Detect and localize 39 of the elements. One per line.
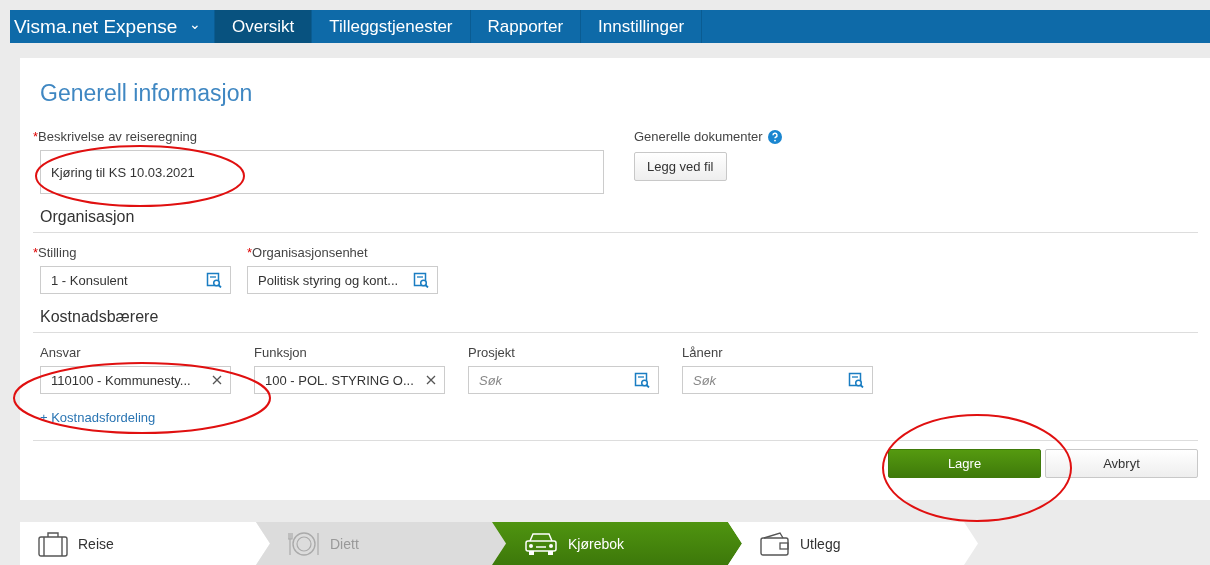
suitcase-icon [38, 530, 68, 557]
step-tab[interactable]: Kjørebok [492, 522, 742, 565]
nav-tab[interactable]: Tilleggstjenester [312, 10, 471, 43]
field-label: *Stilling [33, 245, 78, 260]
wallet-icon [760, 530, 790, 557]
search-icon[interactable] [413, 272, 429, 288]
nav-tab[interactable]: Oversikt [215, 10, 313, 43]
search-icon[interactable] [634, 372, 650, 388]
section-heading: Organisasjon [40, 208, 136, 226]
input-field[interactable]: Søk [682, 366, 873, 394]
nav-tab[interactable]: Innstillinger [581, 10, 703, 43]
input-field[interactable]: 1 - Konsulent [40, 266, 231, 294]
field-label: Generelle dokumenter [634, 129, 763, 144]
input-field[interactable]: Kjøring til KS 10.03.2021 [40, 150, 604, 194]
search-icon[interactable] [206, 272, 222, 288]
field-label: Prosjekt [468, 345, 516, 360]
input-field[interactable]: 110100 - Kommunesty... [40, 366, 231, 394]
field-label: *Beskrivelse av reiseregning [33, 129, 199, 144]
search-icon[interactable] [848, 372, 864, 388]
attach-file-button[interactable]: Legg ved fil [634, 152, 727, 181]
field-label: Ansvar [40, 345, 82, 360]
help-icon[interactable] [767, 129, 782, 144]
clear-icon[interactable] [426, 375, 436, 385]
field-label: *Organisasjonsenhet [247, 245, 369, 260]
step-tab[interactable]: Reise [20, 522, 270, 565]
cancel-button[interactable]: Avbryt [1045, 449, 1198, 478]
clear-icon[interactable] [212, 375, 222, 385]
section-title: Generell informasjon [40, 80, 254, 107]
field-label: Funksjon [254, 345, 308, 360]
input-field[interactable]: 100 - POL. STYRING O... [254, 366, 445, 394]
section-heading: Kostnadsbærere [40, 308, 160, 326]
car-icon [524, 530, 558, 557]
plate-icon [288, 530, 320, 557]
input-field[interactable]: Søk [468, 366, 659, 394]
nav-tab[interactable]: Rapporter [470, 10, 582, 43]
save-button[interactable]: Lagre [888, 449, 1041, 478]
step-tab[interactable]: Utlegg [728, 522, 978, 565]
field-label: Lånenr [682, 345, 724, 360]
input-field[interactable]: Politisk styring og kont... [247, 266, 438, 294]
